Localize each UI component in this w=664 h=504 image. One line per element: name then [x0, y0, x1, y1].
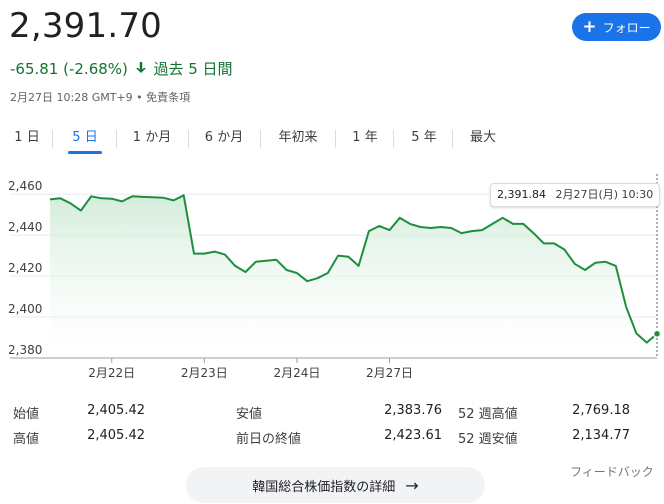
- hover-marker: [652, 329, 662, 339]
- plus-icon: +: [582, 16, 597, 37]
- stat-label-open: 始値: [13, 407, 40, 422]
- tab-ytd[interactable]: 年初来: [276, 126, 320, 156]
- tab-1m[interactable]: 1 か月: [131, 126, 173, 156]
- tab-1d[interactable]: 1 日: [13, 126, 41, 156]
- stat-value-open: 2,405.42: [87, 403, 145, 418]
- change-period: 過去 5 日間: [153, 60, 233, 78]
- y-tick-label: 2,380: [8, 343, 42, 357]
- tab-6m[interactable]: 6 か月: [203, 126, 245, 156]
- tab-divider: [335, 130, 336, 148]
- stat-value-52w-high: 2,769.18: [572, 403, 630, 418]
- x-tick-label: 2月23日: [181, 366, 228, 380]
- details-label: 韓国総合株価指数の詳細: [252, 479, 396, 495]
- chart-tooltip: 2,391.84 2月27日(月) 10:30: [490, 183, 661, 207]
- feedback-link[interactable]: フィードバック: [570, 463, 654, 480]
- x-tick-label: 2月27日: [366, 366, 413, 380]
- details-button[interactable]: 韓国総合株価指数の詳細 →: [186, 467, 485, 503]
- stat-value-low: 2,383.76: [384, 403, 442, 418]
- stat-value-52w-low: 2,134.77: [572, 428, 630, 443]
- x-tick-label: 2月24日: [273, 366, 320, 380]
- stat-value-high: 2,405.42: [87, 428, 145, 443]
- tab-divider: [260, 130, 261, 148]
- tab-5d[interactable]: 5 日: [68, 126, 102, 156]
- tab-divider: [52, 130, 53, 148]
- tab-5y[interactable]: 5 年: [410, 126, 438, 156]
- stat-label-prev-close: 前日の終値: [236, 432, 302, 447]
- price-change: -65.81 (-2.68%) 過去 5 日間: [10, 58, 233, 79]
- tab-divider: [452, 130, 453, 148]
- stat-label-high: 高値: [13, 432, 40, 447]
- stat-label-low: 安値: [236, 407, 263, 422]
- arrow-down-icon: [135, 60, 147, 78]
- y-tick-label: 2,420: [8, 261, 42, 275]
- tooltip-value: 2,391.84: [497, 188, 546, 201]
- area-fill: [50, 195, 657, 358]
- tab-1y[interactable]: 1 年: [351, 126, 379, 156]
- stat-value-prev-close: 2,423.61: [384, 428, 442, 443]
- y-tick-label: 2,440: [8, 220, 42, 234]
- timestamp[interactable]: 2月27日 10:28 GMT+9 • 免責条項: [10, 89, 190, 105]
- tab-divider: [393, 130, 394, 148]
- tab-divider: [188, 130, 189, 148]
- arrow-right-icon: →: [405, 475, 419, 495]
- follow-label: フォロー: [602, 20, 651, 35]
- price: 2,391.70: [9, 6, 163, 46]
- stat-label-52w-low: 52 週安値: [458, 432, 518, 447]
- tab-max[interactable]: 最大: [468, 126, 498, 156]
- follow-button[interactable]: + フォロー: [572, 13, 661, 41]
- x-tick-label: 2月22日: [88, 366, 135, 380]
- tooltip-datetime: 2月27日(月) 10:30: [555, 188, 654, 201]
- change-value: -65.81 (-2.68%): [10, 60, 128, 78]
- y-tick-label: 2,460: [8, 179, 42, 193]
- range-tabs: 1 日 5 日 1 か月 6 か月 年初来 1 年 5 年 最大: [0, 126, 520, 156]
- stat-label-52w-high: 52 週高値: [458, 407, 518, 422]
- y-tick-label: 2,400: [8, 302, 42, 316]
- tab-divider: [116, 130, 117, 148]
